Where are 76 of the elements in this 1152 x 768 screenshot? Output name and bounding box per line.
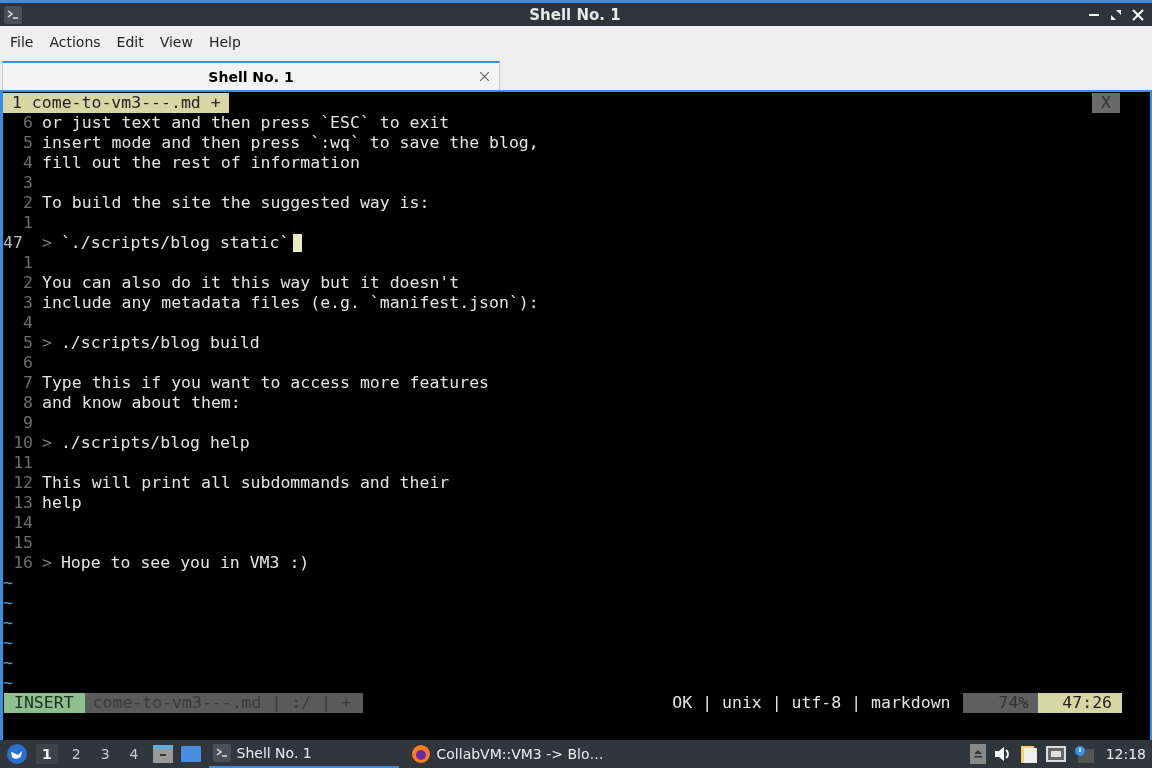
eject-icon[interactable] [969,744,986,764]
empty-line-marker: ~ [3,573,13,593]
code-line: `./scripts/blog static` [60,233,290,253]
line-number: 3 [22,293,34,313]
line-number: 4 [22,153,34,173]
code-line: To build the site the suggested way is: [42,193,430,213]
line-number: 6 [22,113,34,133]
menu-item[interactable]: View [151,34,201,50]
desktop-icon[interactable] [180,746,201,762]
line-number: 4 [22,313,34,333]
notification-icon[interactable] [1073,745,1094,763]
line-number: 8 [22,393,34,413]
line-number: 5 [22,133,34,153]
line-number: 5 [22,333,34,353]
code-line: or just text and then press `ESC` to exit [42,113,450,133]
cursor-position: 47:26 [1038,693,1122,713]
code-line: ./scripts/blog help [60,433,250,453]
mode-indicator: INSERT [4,693,85,713]
line-number: 14 [12,513,34,533]
line-number: 47 [3,233,24,253]
terminal-icon [4,5,22,24]
quote-marker: > [42,433,52,453]
network-icon[interactable] [1045,746,1066,762]
code-line: ./scripts/blog build [60,333,260,353]
terminal-icon [212,744,231,762]
line-number: 2 [22,273,34,293]
clipboard-icon[interactable] [1019,744,1038,764]
text-cursor [293,234,303,252]
code-line: This will print all subdommands and their [42,473,450,493]
code-line: insert mode and then press `:wq` to save the blog, [42,133,539,153]
quote-marker: > [42,233,52,253]
workspace-button[interactable]: 4 [123,744,145,764]
maximize-icon[interactable] [1110,8,1122,21]
taskbar-task[interactable]: Shell No. 1 [208,740,399,768]
speaker-icon[interactable] [993,746,1012,762]
line-number: 1 [22,253,34,273]
line-number: 2 [22,193,34,213]
menu-item[interactable]: Edit [108,34,152,50]
workspace-button[interactable]: 1 [36,744,58,764]
buffer-tab[interactable]: 1 come-to-vm3---.md + [3,93,229,113]
folder-icon[interactable] [152,745,173,763]
line-number: 10 [12,433,34,453]
menu-item[interactable]: File [2,34,42,50]
code-line: Type this if you want to access more features [42,373,490,393]
line-number: 9 [22,413,34,433]
empty-line-marker: ~ [3,593,13,613]
line-number: 1 [22,213,34,233]
code-line: fill out the rest of information [42,153,360,173]
empty-line-marker: ~ [3,633,13,653]
code-line: help [42,493,82,513]
taskbar-task[interactable]: CollabVM::VM3 -> Blo… [406,740,607,768]
code-line: include any metadata files (e.g. `manifest.json`): [42,293,539,313]
empty-line-marker: ~ [3,653,13,673]
line-number: 6 [22,353,34,373]
line-number: 7 [22,373,34,393]
quote-marker: > [42,333,52,353]
clock: 12:18 [1105,746,1146,762]
workspace-button[interactable]: 3 [94,744,116,764]
empty-line-marker: ~ [3,673,13,693]
window-title: Shell No. 1 [528,5,621,24]
line-number: 3 [22,173,34,193]
line-number: 15 [12,533,34,553]
terminal-tab[interactable]: Shell No. 1 [2,61,500,90]
line-number: 16 [12,553,34,573]
line-number: 13 [12,493,34,513]
line-number: 11 [12,453,34,473]
quote-marker: > [42,553,52,573]
code-line: and know about them: [42,393,241,413]
code-line: You can also do it this way but it doesn't [42,273,460,293]
file-info: OK | unix | utf-8 | markdown [672,693,952,713]
empty-line-marker: ~ [3,613,13,633]
menu-item[interactable]: Help [200,34,249,50]
workspace-button[interactable]: 2 [65,744,87,764]
code-line: Hope to see you in VM3 :) [60,553,310,573]
line-number: 12 [12,473,34,493]
menu-item[interactable]: Actions [41,34,109,50]
